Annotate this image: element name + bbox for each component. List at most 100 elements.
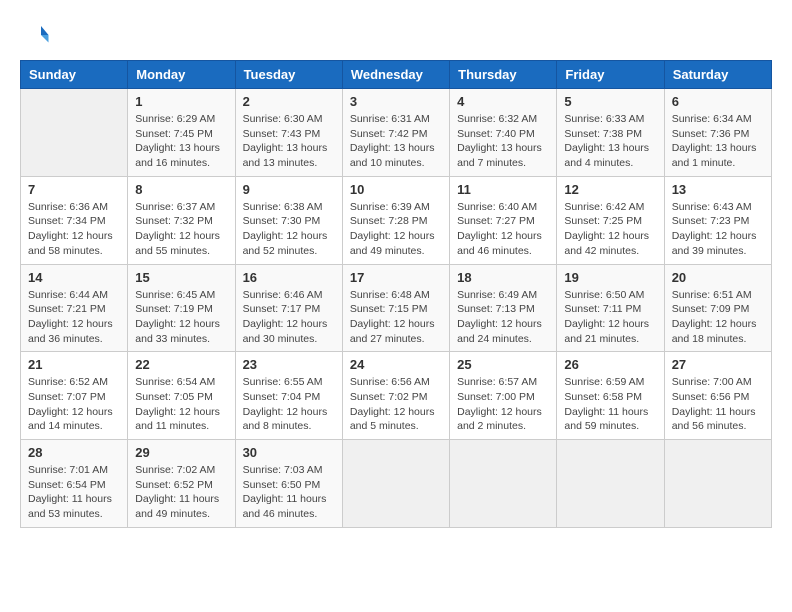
calendar-cell — [450, 440, 557, 528]
day-info: Sunrise: 7:01 AM Sunset: 6:54 PM Dayligh… — [28, 463, 120, 522]
weekday-header-tuesday: Tuesday — [235, 61, 342, 89]
day-info: Sunrise: 6:30 AM Sunset: 7:43 PM Dayligh… — [243, 112, 335, 171]
calendar-cell: 21 Sunrise: 6:52 AM Sunset: 7:07 PM Dayli… — [21, 352, 128, 440]
day-number: 23 — [243, 357, 335, 372]
calendar-cell: 3 Sunrise: 6:31 AM Sunset: 7:42 PM Daylig… — [342, 89, 449, 177]
day-number: 9 — [243, 182, 335, 197]
day-info: Sunrise: 6:37 AM Sunset: 7:32 PM Dayligh… — [135, 200, 227, 259]
day-number: 7 — [28, 182, 120, 197]
day-number: 3 — [350, 94, 442, 109]
day-info: Sunrise: 6:40 AM Sunset: 7:27 PM Dayligh… — [457, 200, 549, 259]
day-number: 26 — [564, 357, 656, 372]
weekday-header-sunday: Sunday — [21, 61, 128, 89]
calendar-cell: 22 Sunrise: 6:54 AM Sunset: 7:05 PM Dayli… — [128, 352, 235, 440]
day-number: 24 — [350, 357, 442, 372]
calendar-cell — [664, 440, 771, 528]
logo — [20, 20, 54, 50]
day-info: Sunrise: 7:00 AM Sunset: 6:56 PM Dayligh… — [672, 375, 764, 434]
day-info: Sunrise: 6:50 AM Sunset: 7:11 PM Dayligh… — [564, 288, 656, 347]
calendar-cell: 11 Sunrise: 6:40 AM Sunset: 7:27 PM Dayli… — [450, 176, 557, 264]
calendar-cell: 5Sunrise: 6:33 AM Sunset: 7:38 PM Daylig… — [557, 89, 664, 177]
day-number: 8 — [135, 182, 227, 197]
calendar-cell: 4Sunrise: 6:32 AM Sunset: 7:40 PM Daylig… — [450, 89, 557, 177]
day-number: 30 — [243, 445, 335, 460]
day-number: 19 — [564, 270, 656, 285]
calendar-cell: 23 Sunrise: 6:55 AM Sunset: 7:04 PM Dayli… — [235, 352, 342, 440]
day-number: 11 — [457, 182, 549, 197]
weekday-header-friday: Friday — [557, 61, 664, 89]
day-number: 17 — [350, 270, 442, 285]
calendar-cell: 2 Sunrise: 6:30 AM Sunset: 7:43 PM Daylig… — [235, 89, 342, 177]
weekday-header-row: SundayMondayTuesdayWednesdayThursdayFrid… — [21, 61, 772, 89]
day-info: Sunrise: 6:51 AM Sunset: 7:09 PM Dayligh… — [672, 288, 764, 347]
calendar-cell: 6 Sunrise: 6:34 AM Sunset: 7:36 PM Daylig… — [664, 89, 771, 177]
day-info: Sunrise: 6:36 AM Sunset: 7:34 PM Dayligh… — [28, 200, 120, 259]
day-info: Sunrise: 6:49 AM Sunset: 7:13 PM Dayligh… — [457, 288, 549, 347]
day-number: 25 — [457, 357, 549, 372]
calendar-cell: 28 Sunrise: 7:01 AM Sunset: 6:54 PM Dayli… — [21, 440, 128, 528]
calendar: SundayMondayTuesdayWednesdayThursdayFrid… — [20, 60, 772, 528]
day-info: Sunrise: 6:48 AM Sunset: 7:15 PM Dayligh… — [350, 288, 442, 347]
day-number: 15 — [135, 270, 227, 285]
day-info: Sunrise: 6:44 AM Sunset: 7:21 PM Dayligh… — [28, 288, 120, 347]
day-number: 1 — [135, 94, 227, 109]
calendar-week-row: 14 Sunrise: 6:44 AM Sunset: 7:21 PM Dayli… — [21, 264, 772, 352]
day-number: 22 — [135, 357, 227, 372]
calendar-cell: 16 Sunrise: 6:46 AM Sunset: 7:17 PM Dayli… — [235, 264, 342, 352]
weekday-header-thursday: Thursday — [450, 61, 557, 89]
day-info: Sunrise: 6:56 AM Sunset: 7:02 PM Dayligh… — [350, 375, 442, 434]
day-info: Sunrise: 6:31 AM Sunset: 7:42 PM Dayligh… — [350, 112, 442, 171]
calendar-week-row: 1 Sunrise: 6:29 AM Sunset: 7:45 PM Daylig… — [21, 89, 772, 177]
day-info: Sunrise: 6:29 AM Sunset: 7:45 PM Dayligh… — [135, 112, 227, 171]
day-info: Sunrise: 6:52 AM Sunset: 7:07 PM Dayligh… — [28, 375, 120, 434]
calendar-week-row: 21 Sunrise: 6:52 AM Sunset: 7:07 PM Dayli… — [21, 352, 772, 440]
weekday-header-wednesday: Wednesday — [342, 61, 449, 89]
calendar-week-row: 28 Sunrise: 7:01 AM Sunset: 6:54 PM Dayli… — [21, 440, 772, 528]
day-info: Sunrise: 7:03 AM Sunset: 6:50 PM Dayligh… — [243, 463, 335, 522]
day-info: Sunrise: 6:54 AM Sunset: 7:05 PM Dayligh… — [135, 375, 227, 434]
day-number: 27 — [672, 357, 764, 372]
day-number: 16 — [243, 270, 335, 285]
day-info: Sunrise: 6:43 AM Sunset: 7:23 PM Dayligh… — [672, 200, 764, 259]
day-info: Sunrise: 6:57 AM Sunset: 7:00 PM Dayligh… — [457, 375, 549, 434]
calendar-cell: 18Sunrise: 6:49 AM Sunset: 7:13 PM Dayli… — [450, 264, 557, 352]
day-number: 13 — [672, 182, 764, 197]
day-number: 21 — [28, 357, 120, 372]
page-header — [20, 20, 772, 50]
calendar-cell: 14 Sunrise: 6:44 AM Sunset: 7:21 PM Dayli… — [21, 264, 128, 352]
day-info: Sunrise: 6:59 AM Sunset: 6:58 PM Dayligh… — [564, 375, 656, 434]
calendar-cell — [342, 440, 449, 528]
day-info: Sunrise: 6:42 AM Sunset: 7:25 PM Dayligh… — [564, 200, 656, 259]
day-info: Sunrise: 6:45 AM Sunset: 7:19 PM Dayligh… — [135, 288, 227, 347]
calendar-cell: 19 Sunrise: 6:50 AM Sunset: 7:11 PM Dayli… — [557, 264, 664, 352]
calendar-cell: 29 Sunrise: 7:02 AM Sunset: 6:52 PM Dayli… — [128, 440, 235, 528]
day-number: 2 — [243, 94, 335, 109]
day-info: Sunrise: 6:55 AM Sunset: 7:04 PM Dayligh… — [243, 375, 335, 434]
calendar-cell: 27 Sunrise: 7:00 AM Sunset: 6:56 PM Dayli… — [664, 352, 771, 440]
logo-icon — [20, 20, 50, 50]
calendar-cell: 26 Sunrise: 6:59 AM Sunset: 6:58 PM Dayli… — [557, 352, 664, 440]
weekday-header-saturday: Saturday — [664, 61, 771, 89]
day-number: 14 — [28, 270, 120, 285]
day-info: Sunrise: 7:02 AM Sunset: 6:52 PM Dayligh… — [135, 463, 227, 522]
calendar-cell: 17 Sunrise: 6:48 AM Sunset: 7:15 PM Dayli… — [342, 264, 449, 352]
day-number: 29 — [135, 445, 227, 460]
day-info: Sunrise: 6:32 AM Sunset: 7:40 PM Dayligh… — [457, 112, 549, 171]
day-number: 12 — [564, 182, 656, 197]
day-number: 6 — [672, 94, 764, 109]
calendar-week-row: 7 Sunrise: 6:36 AM Sunset: 7:34 PM Daylig… — [21, 176, 772, 264]
day-info: Sunrise: 6:39 AM Sunset: 7:28 PM Dayligh… — [350, 200, 442, 259]
calendar-cell — [557, 440, 664, 528]
calendar-cell: 15 Sunrise: 6:45 AM Sunset: 7:19 PM Dayli… — [128, 264, 235, 352]
day-info: Sunrise: 6:34 AM Sunset: 7:36 PM Dayligh… — [672, 112, 764, 171]
calendar-cell: 1 Sunrise: 6:29 AM Sunset: 7:45 PM Daylig… — [128, 89, 235, 177]
day-number: 28 — [28, 445, 120, 460]
calendar-cell: 9Sunrise: 6:38 AM Sunset: 7:30 PM Daylig… — [235, 176, 342, 264]
day-number: 10 — [350, 182, 442, 197]
weekday-header-monday: Monday — [128, 61, 235, 89]
day-number: 20 — [672, 270, 764, 285]
day-info: Sunrise: 6:33 AM Sunset: 7:38 PM Dayligh… — [564, 112, 656, 171]
calendar-cell: 25 Sunrise: 6:57 AM Sunset: 7:00 PM Dayli… — [450, 352, 557, 440]
calendar-cell: 12 Sunrise: 6:42 AM Sunset: 7:25 PM Dayli… — [557, 176, 664, 264]
day-info: Sunrise: 6:46 AM Sunset: 7:17 PM Dayligh… — [243, 288, 335, 347]
